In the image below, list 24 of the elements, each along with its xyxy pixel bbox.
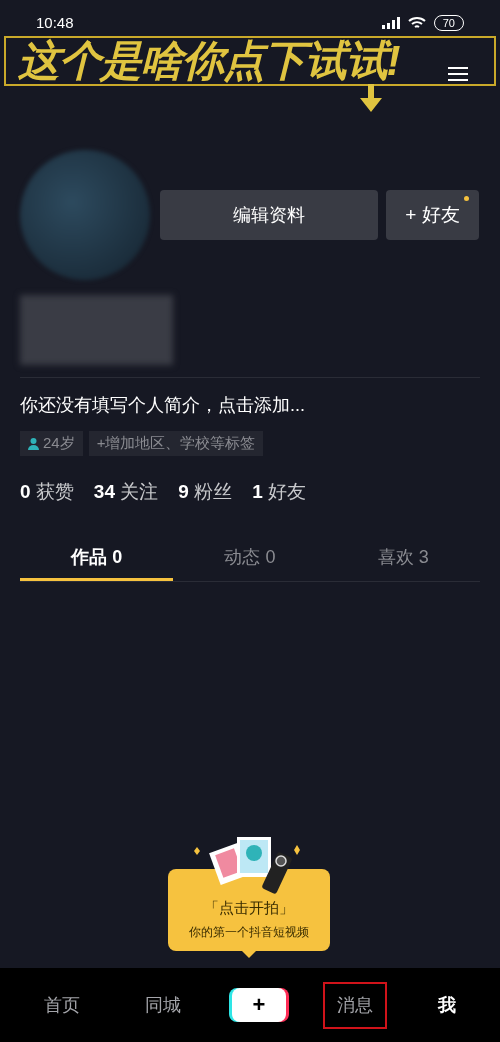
status-time: 10:48 <box>36 13 74 33</box>
stat-text[interactable]: 9 粉丝 <box>178 478 233 507</box>
age-tag: 24岁 <box>20 431 83 456</box>
down-arrow-icon <box>360 84 382 112</box>
stat-text[interactable]: 34 关注 <box>93 478 159 507</box>
create-button[interactable]: + <box>232 988 286 1022</box>
add-tags-button[interactable]: +增加地区、学校等标签 <box>88 431 264 456</box>
nav-tab[interactable]: 首页 <box>32 983 93 1027</box>
stat-text[interactable]: 0 获赞 <box>20 478 74 507</box>
profile-tab[interactable]: 作品 0 <box>20 536 174 581</box>
edit-profile-button[interactable]: 编辑资料 <box>160 190 378 240</box>
profile-tab[interactable]: 喜欢 3 <box>326 536 480 581</box>
nav-tab[interactable]: 同城 <box>133 983 194 1027</box>
profile-tab[interactable]: 动态 0 <box>173 536 327 581</box>
add-friend-button[interactable]: + 好友 <box>386 190 479 240</box>
signal-icon <box>381 17 400 30</box>
person-icon <box>28 437 39 450</box>
stat-text[interactable]: 1 好友 <box>252 478 306 507</box>
wifi-icon <box>407 16 426 31</box>
banner: 这个是啥你点下试试! <box>4 36 496 86</box>
nav-tab[interactable]: 我 <box>425 983 468 1027</box>
menu-icon[interactable] <box>448 66 468 82</box>
bio-text[interactable]: 你还没有填写个人简介，点击添加... <box>20 392 480 419</box>
nav-tab[interactable]: 消息 <box>324 983 385 1027</box>
